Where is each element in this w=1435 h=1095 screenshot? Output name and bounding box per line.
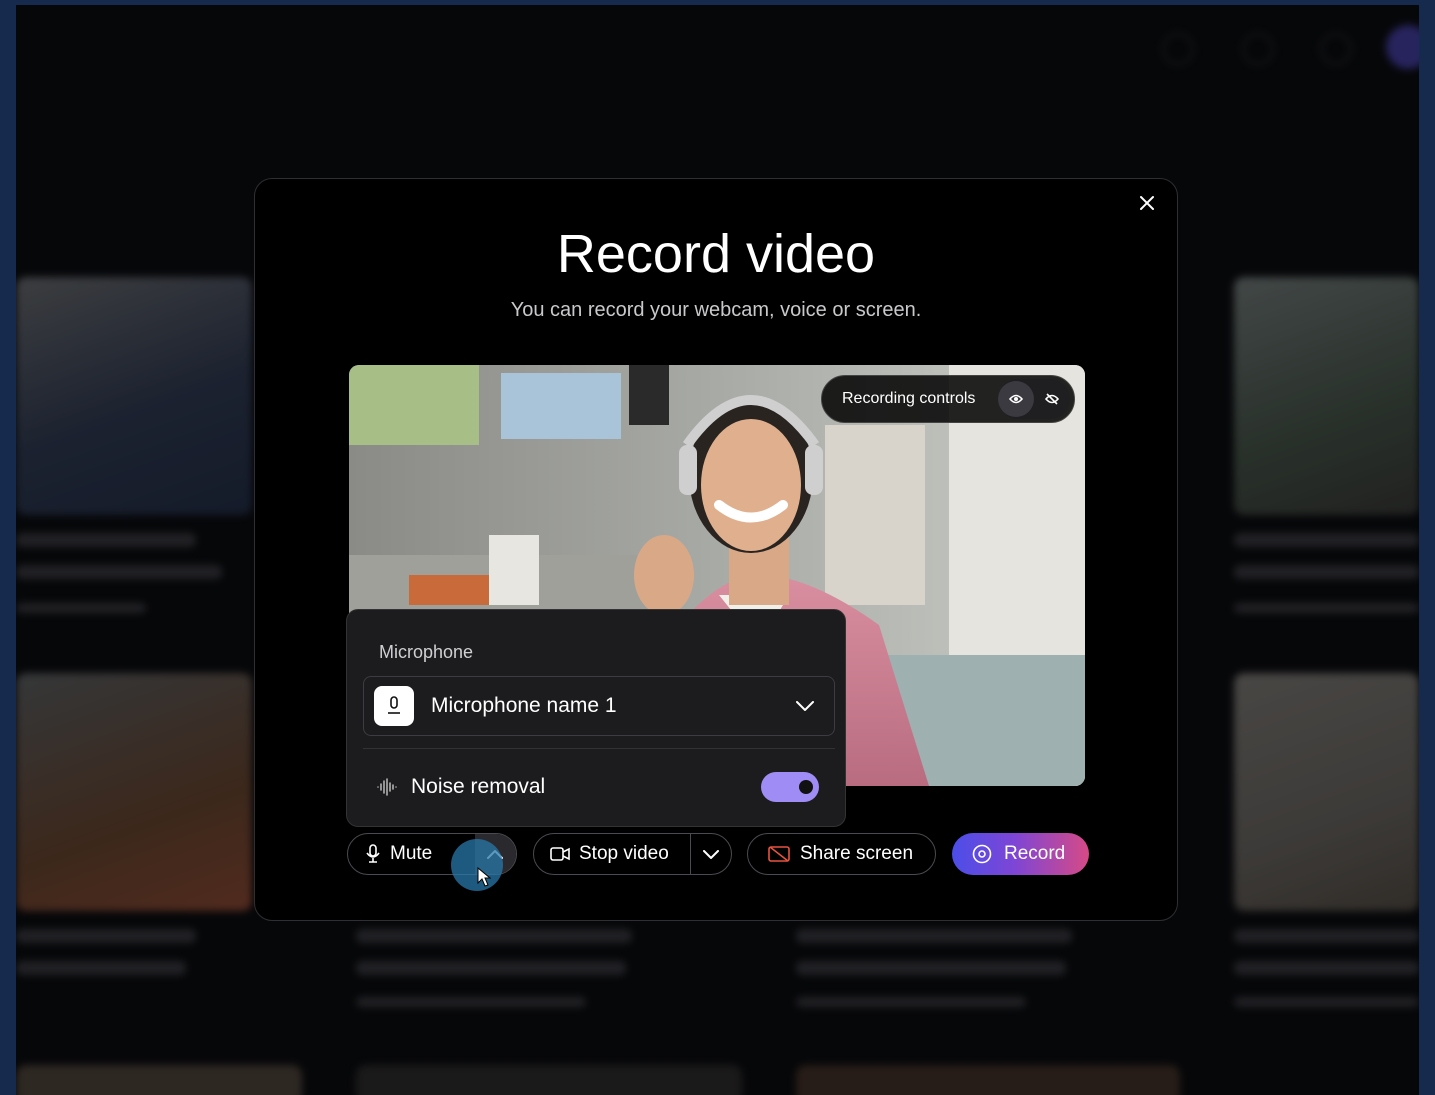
record-button[interactable]: Record [952, 833, 1089, 875]
microphone-popover: Microphone Microphone name 1 Noise remov… [346, 609, 846, 827]
stop-video-button[interactable]: Stop video [534, 834, 691, 874]
noise-removal-label: Noise removal [411, 775, 546, 798]
recording-controls-pill: Recording controls [821, 375, 1075, 423]
share-screen-off-icon [768, 846, 790, 862]
close-button[interactable] [1133, 189, 1161, 217]
show-controls-button[interactable] [998, 381, 1034, 417]
microphone-section-label: Microphone [379, 642, 474, 662]
noise-removal-toggle[interactable] [761, 772, 819, 802]
mouse-cursor-icon [477, 867, 491, 887]
record-icon [972, 844, 992, 864]
video-camera-icon [550, 847, 570, 861]
recording-controls-label: Recording controls [842, 390, 976, 407]
video-options-toggle[interactable] [691, 834, 731, 874]
recording-controls-visibility-toggle [998, 379, 1070, 419]
microphone-select-value: Microphone name 1 [431, 694, 617, 717]
chevron-down-icon [703, 849, 719, 859]
noise-removal-row: Noise removal [377, 758, 819, 816]
modal-title: Record video [556, 224, 876, 284]
record-video-modal: Record video You can record your webcam,… [254, 178, 1178, 921]
chevron-down-icon [796, 701, 814, 711]
stop-video-label: Stop video [579, 843, 669, 864]
mute-label: Mute [390, 843, 433, 864]
record-label: Record [1004, 843, 1066, 864]
hide-controls-button[interactable] [1034, 381, 1070, 417]
modal-subtitle: You can record your webcam, voice or scr… [510, 299, 922, 321]
eye-icon [1009, 394, 1023, 404]
stop-video-button-group: Stop video [533, 833, 732, 875]
close-icon [1140, 196, 1154, 210]
share-screen-label: Share screen [800, 843, 914, 864]
divider [363, 748, 835, 749]
toggle-knob [799, 780, 813, 794]
share-screen-button[interactable]: Share screen [747, 833, 936, 875]
waveform-icon [377, 778, 397, 796]
eye-off-icon [1045, 393, 1059, 405]
microphone-icon [366, 844, 380, 863]
microphone-select[interactable]: Microphone name 1 [363, 676, 835, 736]
microphone-device-icon [374, 686, 414, 726]
